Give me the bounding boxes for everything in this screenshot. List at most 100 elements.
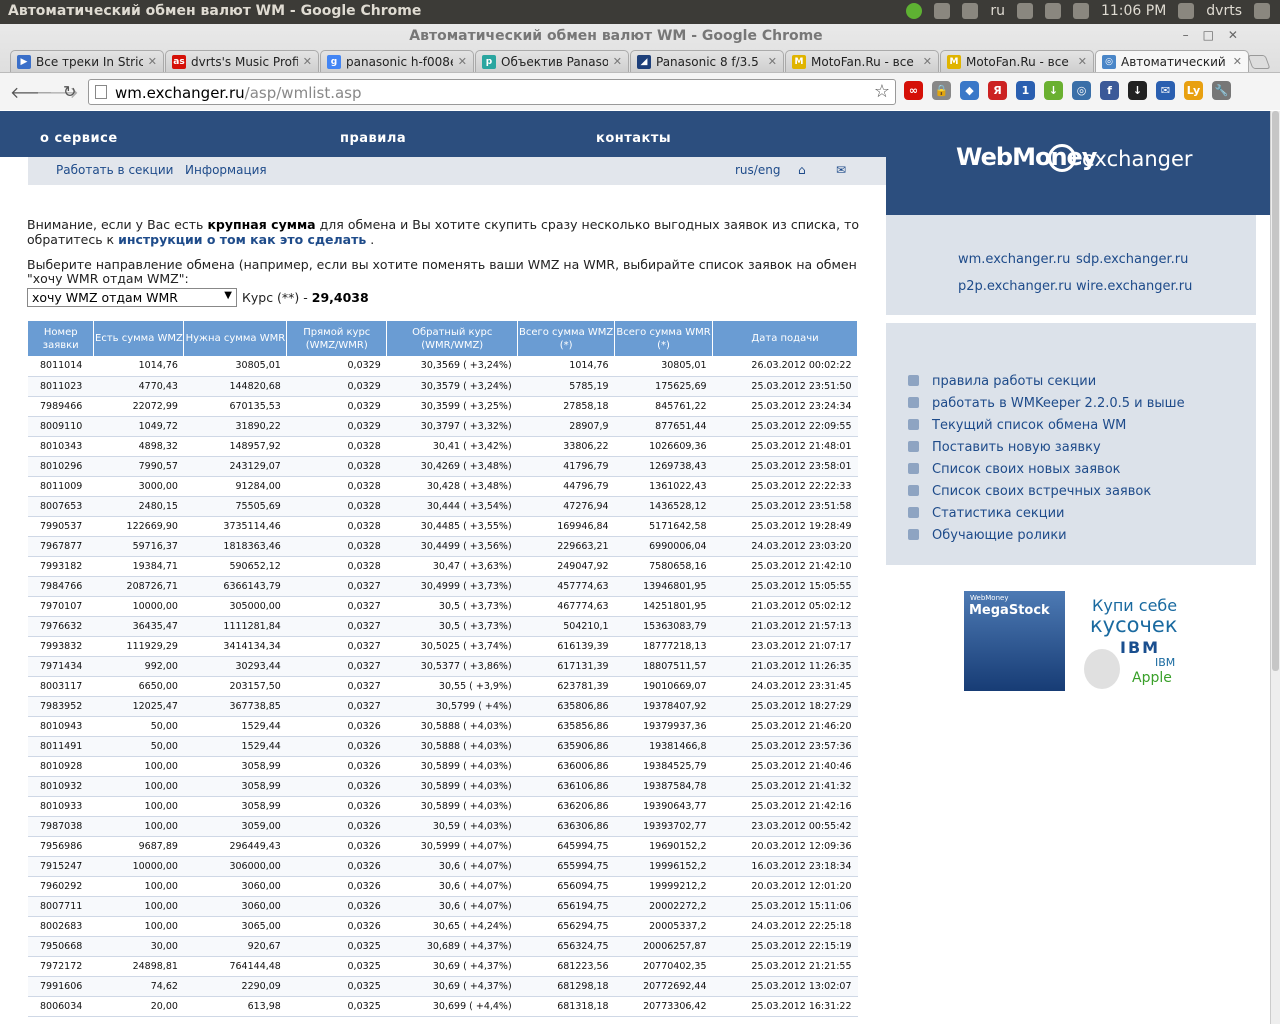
battery-icon[interactable]	[1044, 3, 1061, 19]
window-controls[interactable]: –□✕	[1183, 28, 1252, 42]
lock-extension-icon[interactable]: 🔒	[932, 81, 951, 100]
tab-close-icon[interactable]: ✕	[458, 55, 467, 68]
mail-extension-icon[interactable]: ✉	[1156, 81, 1175, 100]
mail-icon[interactable]: ✉	[836, 163, 846, 177]
download-green-icon[interactable]: ↓	[1044, 81, 1063, 100]
reload-icon[interactable]: ↻	[63, 82, 76, 101]
indicator-icon[interactable]	[934, 3, 951, 19]
table-row[interactable]: 7972172 24898,81 764144,48 0,0325 30,69 ( +4…	[28, 956, 858, 977]
link-sdp-exchanger[interactable]: sdp.exchanger.ru	[1076, 252, 1188, 267]
menu-item[interactable]: работать в WMKeeper 2.2.0.5 и выше	[908, 396, 1185, 411]
table-row[interactable]: 7967877 59716,37 1818363,46 0,0328 30,4499 (…	[28, 536, 858, 557]
table-row[interactable]: 8007711 100,00 3060,00 0,0326 30,6 ( +4,07%)…	[28, 896, 858, 917]
menu-item[interactable]: Список своих новых заявок	[908, 462, 1121, 477]
clock[interactable]: 11:06 PM	[1101, 3, 1166, 19]
tab-6[interactable]: M MotoFan.Ru - все д ✕	[940, 50, 1094, 72]
bookmark-star-icon[interactable]: ☆	[874, 81, 890, 102]
tab-1[interactable]: as dvrts's Music Profil ✕	[165, 50, 319, 72]
tab-close-icon[interactable]: ✕	[148, 55, 157, 68]
menu-item[interactable]: Обучающие ролики	[908, 528, 1067, 543]
subnav-information[interactable]: Информация	[185, 163, 267, 177]
download-icon[interactable]: ↓	[1128, 81, 1147, 100]
new-tab-button[interactable]	[1247, 55, 1271, 69]
nav-about[interactable]: о сервисе	[40, 131, 118, 146]
globe-extension-icon[interactable]: ◎	[1072, 81, 1091, 100]
table-row[interactable]: 7970107 10000,00 305000,00 0,0327 30,5 ( +3,…	[28, 596, 858, 617]
link-wm-exchanger[interactable]: wm.exchanger.ru	[958, 252, 1070, 267]
table-row[interactable]: 8011014 1014,76 30805,01 0,0329 30,3569 ( +3…	[28, 356, 858, 377]
menu-item[interactable]: Список своих встречных заявок	[908, 484, 1151, 499]
menu-item[interactable]: Поставить новую заявку	[908, 440, 1101, 455]
tab-5[interactable]: M MotoFan.Ru - все д ✕	[785, 50, 939, 72]
tab-close-icon[interactable]: ✕	[768, 55, 777, 68]
table-row[interactable]: 7990537 122669,90 3735114,46 0,0328 30,4485 …	[28, 516, 858, 537]
table-row[interactable]: 8007653 2480,15 75505,69 0,0328 30,444 ( +3,…	[28, 496, 858, 517]
tab-close-icon[interactable]: ✕	[303, 55, 312, 68]
keyboard-icon[interactable]	[962, 3, 979, 19]
table-row[interactable]: 7993832 111929,29 3414134,34 0,0327 30,5025 …	[28, 636, 858, 657]
megastock-banner[interactable]: WebMoney MegaStock Купи себе кусочек IBM…	[964, 591, 1186, 691]
table-row[interactable]: 7991606 74,62 2290,09 0,0325 30,69 ( +4,37%)…	[28, 976, 858, 997]
tab-close-icon[interactable]: ✕	[613, 55, 622, 68]
user-name[interactable]: dvrts	[1206, 3, 1242, 19]
link-wire-exchanger[interactable]: wire.exchanger.ru	[1076, 279, 1192, 294]
table-row[interactable]: 8010943 50,00 1529,44 0,0326 30,5888 ( +4,03…	[28, 716, 858, 737]
subnav-work-section[interactable]: Работать в секции	[56, 163, 173, 177]
update-check-icon[interactable]	[906, 3, 923, 19]
yandex-extension-icon[interactable]: Я	[988, 81, 1007, 100]
tab-3[interactable]: p Объектив Panason ✕	[475, 50, 629, 72]
tab-7[interactable]: ◎ Автоматический о ✕	[1095, 50, 1249, 72]
power-icon[interactable]	[1254, 3, 1270, 19]
table-row[interactable]: 7987038 100,00 3059,00 0,0326 30,59 ( +4,03%…	[28, 816, 858, 837]
tab-close-icon[interactable]: ✕	[923, 55, 932, 68]
table-row[interactable]: 7993182 19384,71 590652,12 0,0328 30,47 ( +3…	[28, 556, 858, 577]
tab-close-icon[interactable]: ✕	[1078, 55, 1087, 68]
tab-close-icon[interactable]: ✕	[1233, 55, 1242, 68]
table-row[interactable]: 8010933 100,00 3058,99 0,0326 30,5899 ( +4,0…	[28, 796, 858, 817]
table-row[interactable]: 7950668 30,00 920,67 0,0325 30,689 ( +4,37%)…	[28, 936, 858, 957]
mail-icon[interactable]	[1016, 3, 1033, 19]
lingualeo-icon[interactable]: Ly	[1184, 81, 1203, 100]
table-row[interactable]: 8011009 3000,00 91284,00 0,0328 30,428 ( +3,…	[28, 476, 858, 497]
facebook-icon[interactable]: f	[1100, 81, 1119, 100]
site-logo[interactable]: WebMoney exchanger	[886, 111, 1270, 215]
table-row[interactable]: 7984766 208726,71 6366143,79 0,0327 30,4999 …	[28, 576, 858, 597]
table-row[interactable]: 7976632 36435,47 1111281,84 0,0327 30,5 ( +3…	[28, 616, 858, 637]
table-row[interactable]: 8010296 7990,57 243129,07 0,0328 30,4269 ( +…	[28, 456, 858, 477]
keyboard-layout[interactable]: ru	[990, 3, 1005, 19]
tab-0[interactable]: ▶ Все треки In Strict ✕	[10, 50, 164, 72]
table-row[interactable]: 8011023 4770,43 144820,68 0,0329 30,3579 ( +…	[28, 376, 858, 397]
tab-2[interactable]: g panasonic h-f008e ✕	[320, 50, 474, 72]
table-row[interactable]: 7956986 9687,89 296449,43 0,0326 30,5999 ( +…	[28, 836, 858, 857]
menu-item[interactable]: Текущий список обмена WM	[908, 418, 1126, 433]
table-row[interactable]: 8009110 1049,72 31890,22 0,0329 30,3797 ( +3…	[28, 416, 858, 437]
table-row[interactable]: 8010928 100,00 3058,99 0,0326 30,5899 ( +4,0…	[28, 756, 858, 777]
nav-rules[interactable]: правила	[340, 131, 406, 146]
notification-extension-icon[interactable]: 1	[1016, 81, 1035, 100]
vertical-scrollbar[interactable]	[1270, 111, 1280, 1024]
table-row[interactable]: 8010343 4898,32 148957,92 0,0328 30,41 ( +3,…	[28, 436, 858, 457]
instructions-link[interactable]: инструкции о том как это сделать	[118, 232, 366, 247]
table-row[interactable]: 7983952 12025,47 367738,85 0,0327 30,5799 ( …	[28, 696, 858, 717]
exchange-direction-select[interactable]: хочу WMZ отдам WMR ▼	[27, 288, 237, 307]
wrench-menu-icon[interactable]: 🔧	[1212, 81, 1231, 100]
menu-item[interactable]: Статистика секции	[908, 506, 1065, 521]
table-row[interactable]: 8006034 20,00 613,98 0,0325 30,699 ( +4,4%) 6…	[28, 996, 858, 1017]
table-row[interactable]: 8002683 100,00 3065,00 0,0326 30,65 ( +4,24%…	[28, 916, 858, 937]
tab-4[interactable]: ◢ Panasonic 8 f/3.5 M ✕	[630, 50, 784, 72]
scrollbar-thumb[interactable]	[1272, 111, 1279, 671]
user-icon[interactable]	[1178, 3, 1195, 19]
address-bar[interactable]: wm.exchanger.ru/asp/wmlist.asp ☆	[88, 79, 896, 105]
menu-item[interactable]: правила работы секции	[908, 374, 1096, 389]
table-row[interactable]: 7960292 100,00 3060,00 0,0326 30,6 ( +4,07%)…	[28, 876, 858, 897]
table-row[interactable]: 7989466 22072,99 670135,53 0,0329 30,3599 ( …	[28, 396, 858, 417]
table-row[interactable]: 7915247 10000,00 306000,00 0,0326 30,6 ( +4,…	[28, 856, 858, 877]
social-extension-icon[interactable]: ◆	[960, 81, 979, 100]
table-row[interactable]: 8010932 100,00 3058,99 0,0326 30,5899 ( +4,0…	[28, 776, 858, 797]
subnav-language[interactable]: rus/eng	[735, 163, 780, 177]
lastfm-extension-icon[interactable]: ∞	[904, 81, 923, 100]
link-p2p-exchanger[interactable]: p2p.exchanger.ru	[958, 279, 1072, 294]
volume-icon[interactable]	[1072, 3, 1089, 19]
table-row[interactable]: 8011491 50,00 1529,44 0,0326 30,5888 ( +4,03…	[28, 736, 858, 757]
home-icon[interactable]: ⌂	[798, 163, 806, 177]
